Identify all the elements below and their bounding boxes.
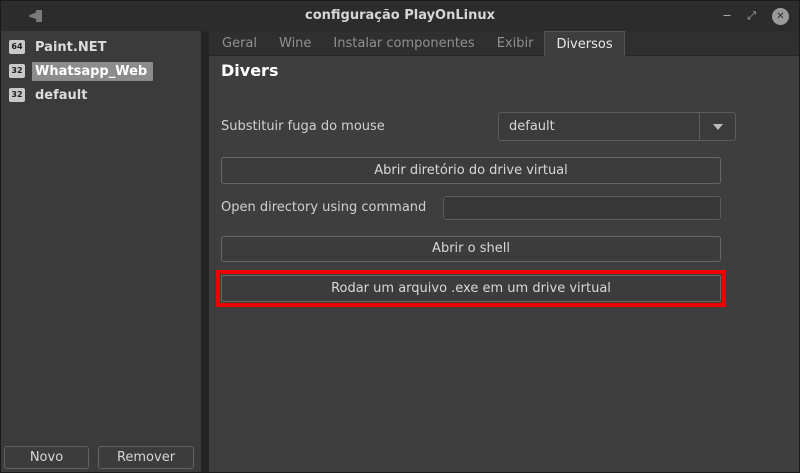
- config-main-area: Geral Wine Instalar componentes Exibir D…: [209, 31, 799, 472]
- tab-bar: Geral Wine Instalar componentes Exibir D…: [209, 31, 799, 56]
- mouse-capture-label: Substituir fuga do mouse: [221, 112, 385, 141]
- tab-exibir[interactable]: Exibir: [486, 31, 545, 55]
- new-button[interactable]: Novo: [4, 446, 89, 469]
- titlebar[interactable]: configuração PlayOnLinux ‒ ⤢ ✕: [1, 1, 799, 31]
- open-shell-button[interactable]: Abrir o shell: [221, 236, 721, 262]
- run-exe-button[interactable]: Rodar um arquivo .exe em um drive virtua…: [221, 275, 721, 302]
- tab-geral[interactable]: Geral: [211, 31, 268, 55]
- minimize-icon[interactable]: ‒: [723, 1, 731, 31]
- window-title: configuração PlayOnLinux: [1, 1, 799, 31]
- sidebar-item-label: default: [32, 86, 93, 105]
- sidebar-item-label: Paint.NET: [32, 38, 112, 57]
- playonlinux-config-window: configuração PlayOnLinux ‒ ⤢ ✕ 64 Paint.…: [0, 0, 800, 473]
- arch-32-icon: 32: [9, 88, 25, 102]
- sidebar-item-paintnet[interactable]: 64 Paint.NET: [1, 35, 201, 59]
- dropdown-arrow-button[interactable]: [699, 113, 735, 140]
- close-icon[interactable]: ✕: [772, 8, 789, 25]
- window-controls: ‒ ⤢ ✕: [723, 1, 789, 31]
- maximize-icon[interactable]: ⤢: [747, 1, 756, 31]
- open-dir-command-input[interactable]: [443, 196, 721, 220]
- arch-32-icon: 32: [9, 64, 25, 78]
- arch-64-icon: 64: [9, 40, 25, 54]
- remove-button[interactable]: Remover: [98, 446, 194, 469]
- tab-instalar-componentes[interactable]: Instalar componentes: [322, 31, 485, 55]
- tab-wine[interactable]: Wine: [268, 31, 322, 55]
- highlight-box: Rodar um arquivo .exe em um drive virtua…: [216, 270, 726, 307]
- prefix-list: 64 Paint.NET 32 Whatsapp_Web 32 default: [1, 35, 201, 107]
- tab-diversos[interactable]: Diversos: [544, 31, 624, 56]
- mouse-capture-dropdown[interactable]: default: [498, 112, 736, 141]
- chevron-down-icon: [713, 124, 723, 130]
- open-dir-command-label: Open directory using command: [221, 196, 426, 220]
- sidebar-item-whatsapp-web[interactable]: 32 Whatsapp_Web: [1, 59, 201, 83]
- open-virtual-drive-dir-button[interactable]: Abrir diretório do drive virtual: [221, 157, 721, 184]
- sidebar-item-label: Whatsapp_Web: [32, 62, 153, 81]
- mouse-capture-value: default: [499, 113, 699, 140]
- sidebar-divider: [201, 31, 209, 472]
- prefix-sidebar: 64 Paint.NET 32 Whatsapp_Web 32 default …: [1, 31, 201, 472]
- page-title: Divers: [221, 61, 278, 80]
- sidebar-item-default[interactable]: 32 default: [1, 83, 201, 107]
